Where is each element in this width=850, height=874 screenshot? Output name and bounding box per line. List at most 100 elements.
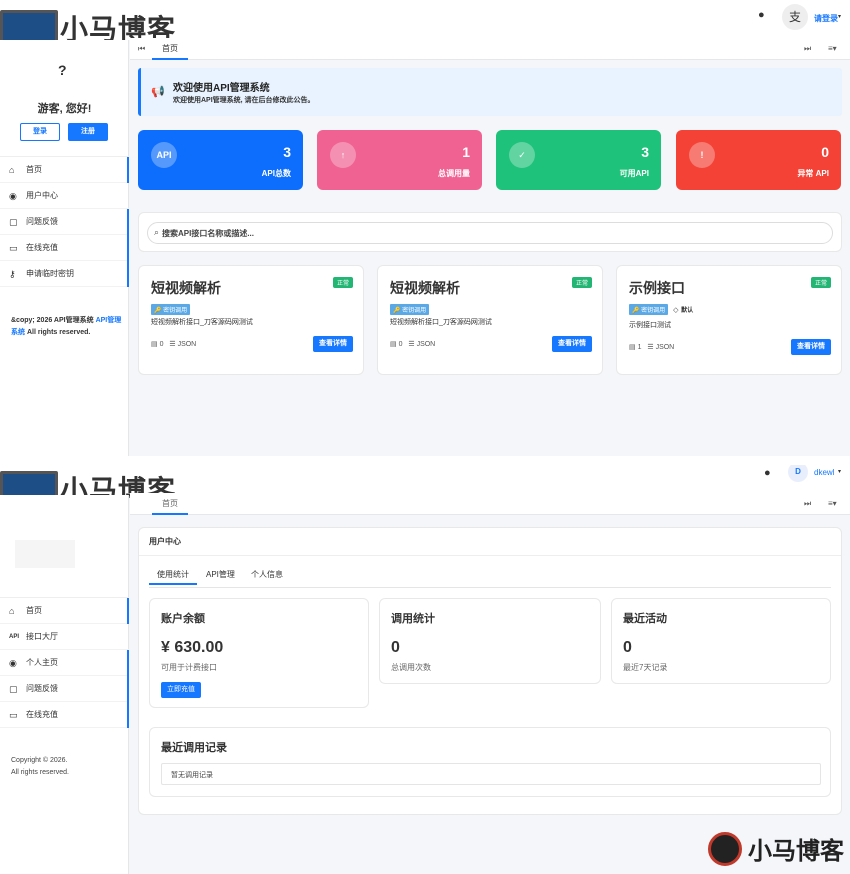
tab-home[interactable]: 首页 bbox=[152, 493, 188, 515]
sidebar-item-api-hall[interactable]: API 接口大厅 bbox=[0, 624, 129, 650]
sidebar-item-recharge[interactable]: ▭ 在线充值 bbox=[0, 235, 129, 261]
activity-value: 0 bbox=[623, 639, 632, 656]
avatar[interactable]: D bbox=[788, 465, 808, 482]
api-title: 短视频解析 bbox=[151, 280, 221, 296]
guest-avatar-icon: ? bbox=[58, 62, 67, 78]
key-icon: ⚷ bbox=[9, 269, 16, 279]
tab-api-manage[interactable]: API管理 bbox=[206, 569, 235, 580]
sidebar-item-home[interactable]: ⌂ 首页 bbox=[0, 157, 129, 183]
user-center-panel: 用户中心 使用统计 API管理 个人信息 账户余额 ¥ 630.00 可用于计费… bbox=[138, 527, 842, 815]
tab-prev-icon[interactable]: ⏮ bbox=[138, 44, 145, 54]
sidebar-item-home[interactable]: ⌂ 首页 bbox=[0, 598, 129, 624]
register-button[interactable]: 注册 bbox=[68, 123, 108, 141]
search-icon: ⌕ bbox=[154, 227, 160, 237]
api-card[interactable]: 示例接口 正常 🔑 密钥调用 ◇ 默认 示例接口测试 ▤ 1 ☰ JSON 查看… bbox=[616, 265, 842, 375]
api-icon: API bbox=[9, 634, 20, 640]
stat-available-api: ✓ 3 可用API bbox=[496, 130, 661, 190]
stat-error-api: ! 0 异常 API bbox=[676, 130, 841, 190]
recent-calls-empty: 暂无调用记录 bbox=[161, 763, 821, 785]
chevron-down-icon[interactable]: ▾ bbox=[838, 13, 841, 20]
top-navbar: 小马博客 ● D dkewl ▾ bbox=[0, 465, 850, 513]
tab-menu-icon[interactable]: ≡▾ bbox=[828, 44, 837, 53]
greeting: 游客, 您好! bbox=[37, 103, 92, 115]
chevron-down-icon[interactable]: ▾ bbox=[838, 468, 841, 475]
api-icon: API bbox=[151, 142, 177, 168]
calls-card: 调用统计 0 总调用次数 bbox=[379, 598, 601, 684]
tab-bar: 首页 ⏭ ≡▾ bbox=[130, 493, 850, 515]
api-card[interactable]: 短视频解析 正常 🔑 密钥调用 短视频解析接口_刀客源码网测试 ▤ 0 ☰ JS… bbox=[377, 265, 603, 375]
tab-usage-stats[interactable]: 使用统计 bbox=[149, 569, 197, 585]
default-tag: 默认 bbox=[681, 308, 694, 314]
recent-calls-card: 最近调用记录 暂无调用记录 bbox=[149, 727, 831, 797]
palette-icon[interactable]: ● bbox=[758, 9, 765, 21]
api-title: 短视频解析 bbox=[390, 280, 460, 296]
sidebar-logo-placeholder bbox=[15, 540, 75, 568]
sidebar-item-profile[interactable]: ◉ 个人主页 bbox=[0, 650, 129, 676]
avatar[interactable]: 支 bbox=[782, 4, 808, 30]
sidebar-item-user-center[interactable]: ◉ 用户中心 bbox=[0, 183, 129, 209]
recent-calls-title: 最近调用记录 bbox=[161, 742, 227, 754]
sidebar-footer: Copyright © 2026. All rights reserved. bbox=[11, 757, 69, 776]
key-call-badge: 🔑 密钥调用 bbox=[390, 304, 430, 315]
tab-menu-icon[interactable]: ≡▾ bbox=[828, 499, 837, 508]
api-card[interactable]: 短视频解析 正常 🔑 密钥调用 短视频解析接口_刀客源码网测试 ▤ 0 ☰ JS… bbox=[138, 265, 364, 375]
format-icon: ☰ bbox=[647, 344, 654, 351]
view-details-button[interactable]: 查看详情 bbox=[552, 336, 592, 352]
stat-total-calls: ↑ 1 总调用量 bbox=[317, 130, 482, 190]
login-button[interactable]: 登录 bbox=[20, 123, 60, 141]
sidebar-item-feedback[interactable]: ▢ 问题反馈 bbox=[0, 676, 129, 702]
recharge-button[interactable]: 立即充值 bbox=[161, 682, 201, 698]
username[interactable]: dkewl bbox=[814, 468, 834, 477]
api-desc: 短视频解析接口_刀客源码网测试 bbox=[151, 319, 253, 326]
view-details-button[interactable]: 查看详情 bbox=[313, 336, 353, 352]
balance-value: ¥ 630.00 bbox=[161, 639, 224, 656]
stat-api-total: API 3 API总数 bbox=[138, 130, 303, 190]
sidebar-item-recharge[interactable]: ▭ 在线充值 bbox=[0, 702, 129, 728]
sidebar-nav: ⌂ 首页 ◉ 用户中心 ▢ 问题反馈 ▭ 在线充值 ⚷ 申请临时密钥 bbox=[0, 156, 129, 287]
counter-icon: ▤ bbox=[390, 341, 397, 348]
top-navbar: 小马博客 ● 支 请登录 ▾ bbox=[0, 0, 850, 52]
login-link[interactable]: 请登录 bbox=[814, 13, 838, 24]
notice-title: 欢迎使用API管理系统 bbox=[173, 83, 270, 94]
user-icon: ◉ bbox=[9, 658, 17, 668]
card-icon: ▭ bbox=[9, 243, 18, 253]
tab-home[interactable]: 首页 bbox=[152, 38, 188, 60]
api-title: 示例接口 bbox=[629, 280, 685, 296]
view-details-button[interactable]: 查看详情 bbox=[791, 339, 831, 355]
sidebar-item-feedback[interactable]: ▢ 问题反馈 bbox=[0, 209, 129, 235]
home-icon: ⌂ bbox=[9, 606, 15, 616]
sidebar: ? 游客, 您好! 登录 注册 ⌂ 首页 ◉ 用户中心 ▢ 问题反馈 ▭ 在线充值 ⚷ 申… bbox=[0, 40, 129, 456]
tab-next-icon[interactable]: ⏭ bbox=[804, 499, 811, 509]
palette-icon[interactable]: ● bbox=[764, 467, 771, 479]
sidebar-nav: ⌂ 首页 API 接口大厅 ◉ 个人主页 ▢ 问题反馈 ▭ 在线充值 bbox=[0, 597, 129, 728]
card-icon: ▭ bbox=[9, 710, 18, 720]
key-call-badge: 🔑 密钥调用 bbox=[629, 304, 669, 315]
panel-title: 用户中心 bbox=[149, 537, 181, 546]
tab-personal-info[interactable]: 个人信息 bbox=[251, 569, 283, 580]
counter-icon: ▤ bbox=[629, 344, 636, 351]
counter-icon: ▤ bbox=[151, 341, 158, 348]
footer-copyright: &copy; 2026 API管理系统 bbox=[11, 317, 94, 324]
screenshot-guest: 小马博客 ● 支 请登录 ▾ ⏮ 首页 ⏭ ≡▾ ? 游客, 您好! 登录 注册… bbox=[0, 0, 850, 456]
horse-logo-icon bbox=[708, 831, 742, 866]
sidebar: ⌂ 首页 API 接口大厅 ◉ 个人主页 ▢ 问题反馈 ▭ 在线充值 Copyright … bbox=[0, 495, 129, 874]
tab-next-icon[interactable]: ⏭ bbox=[804, 44, 811, 54]
megaphone-icon: 📢 bbox=[151, 86, 165, 98]
calls-value: 0 bbox=[391, 639, 400, 656]
sidebar-footer: &copy; 2026 API管理系统 API管理系统 All rights r… bbox=[11, 315, 123, 339]
status-badge: 正常 bbox=[332, 277, 353, 288]
watermark: 小马博客 bbox=[708, 831, 844, 866]
search-panel: ⌕ 搜索API接口名称或描述... bbox=[138, 212, 842, 252]
sidebar-item-temp-key[interactable]: ⚷ 申请临时密钥 bbox=[0, 261, 129, 287]
search-input[interactable]: ⌕ 搜索API接口名称或描述... bbox=[147, 222, 833, 244]
status-badge: 正常 bbox=[571, 277, 592, 288]
notice-banner: 📢 欢迎使用API管理系统 欢迎使用API管理系统, 请在后台修改此公告。 bbox=[138, 68, 842, 116]
api-meta: ▤ 0 ☰ JSON bbox=[151, 341, 197, 348]
format-icon: ☰ bbox=[169, 341, 176, 348]
screenshot-user-center: 小马博客 ● D dkewl ▾ 首页 ⏭ ≡▾ ⌂ 首页 API 接口大厅 ◉ 个人… bbox=[0, 465, 850, 874]
api-desc: 短视频解析接口_刀客源码网测试 bbox=[390, 319, 492, 326]
key-call-badge: 🔑 密钥调用 bbox=[151, 304, 191, 315]
status-badge: 正常 bbox=[810, 277, 831, 288]
api-meta: ▤ 1 ☰ JSON bbox=[629, 344, 675, 351]
alert-icon: ! bbox=[689, 142, 715, 168]
